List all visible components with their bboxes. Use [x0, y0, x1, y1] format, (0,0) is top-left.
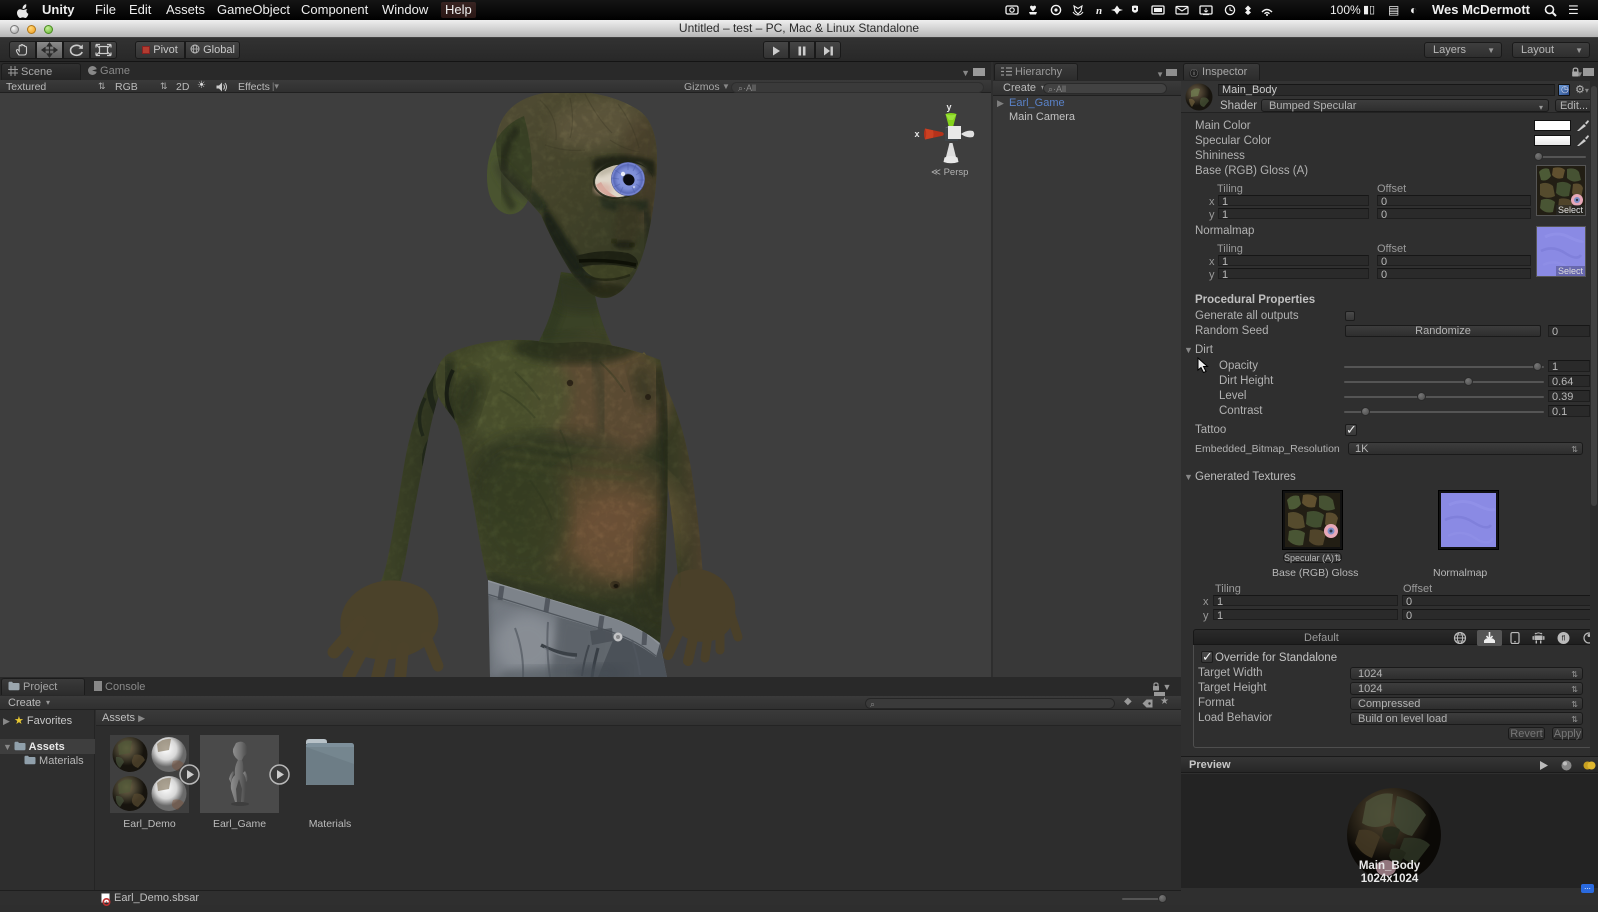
svg-text:n: n	[1096, 5, 1102, 17]
svg-text:≪ Persp: ≪ Persp	[931, 167, 968, 178]
svg-text:x: x	[914, 129, 919, 139]
svg-text:y: y	[946, 102, 951, 112]
svg-text:fl: fl	[1562, 636, 1566, 643]
